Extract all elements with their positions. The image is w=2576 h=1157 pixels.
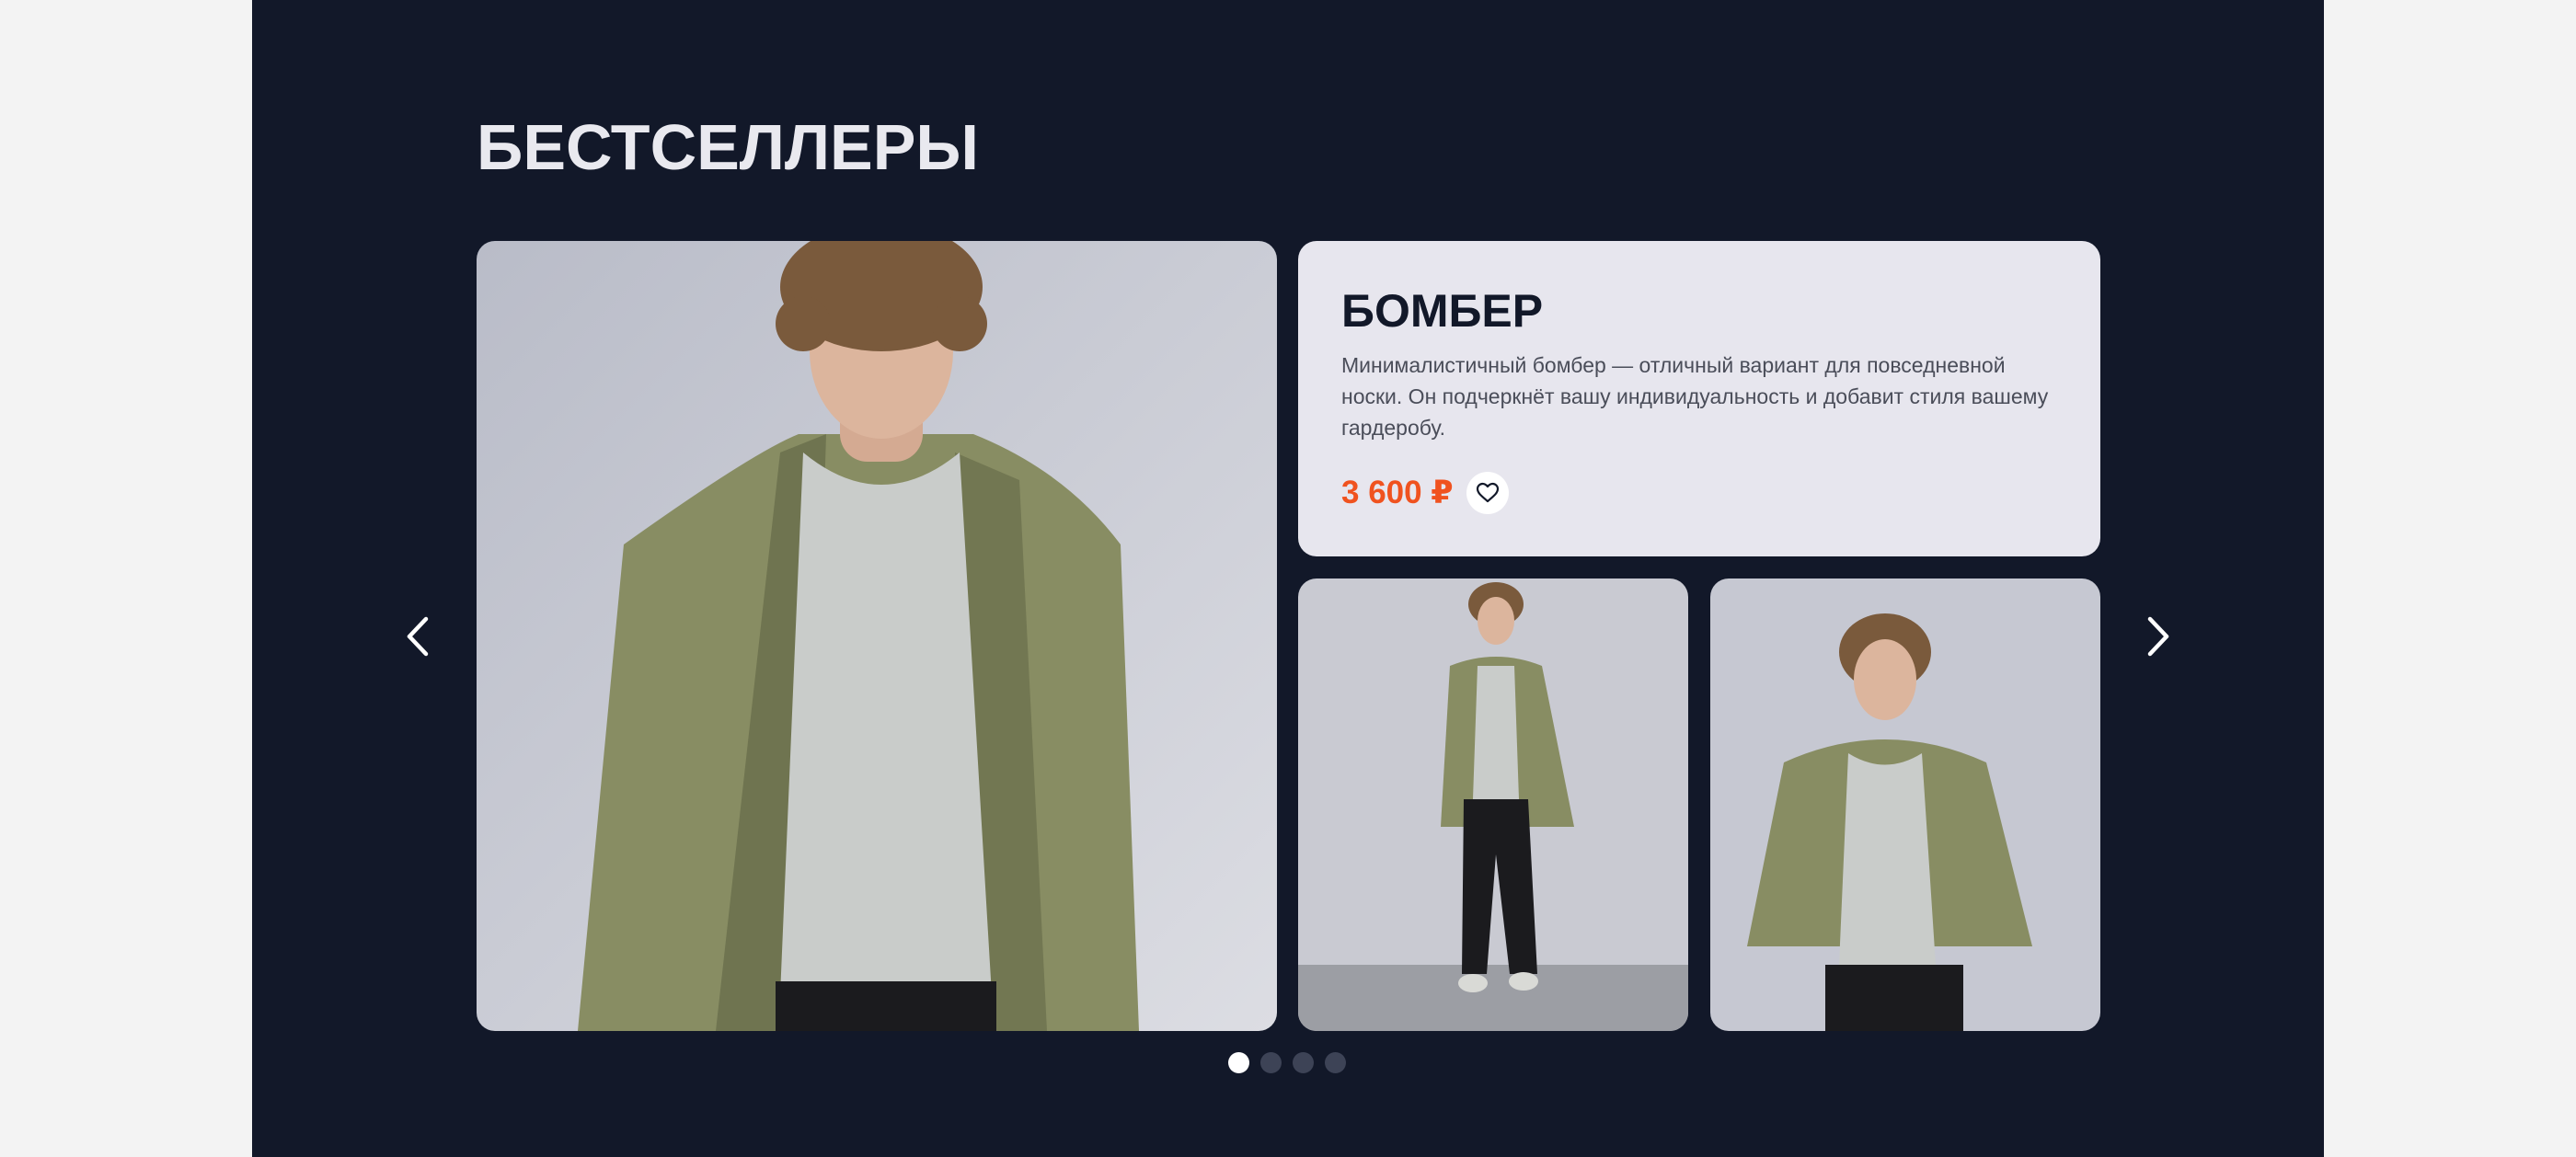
product-info-card: БОМБЕР Минималистичный бомбер — отличный…: [1298, 241, 2100, 556]
carousel-prev-button[interactable]: [397, 609, 438, 664]
chevron-right-icon: [2147, 616, 2169, 657]
chevron-left-icon: [407, 616, 429, 657]
heart-icon: [1476, 482, 1499, 503]
model-full-length-image: [1298, 578, 1688, 1031]
product-photo-full-length[interactable]: [1298, 578, 1688, 1031]
carousel-dot-2[interactable]: [1260, 1052, 1282, 1073]
model-half-length-image: [1710, 578, 2100, 1031]
carousel-pagination: [1228, 1052, 1346, 1074]
product-photo-half-length[interactable]: [1710, 578, 2100, 1031]
product-photo-main[interactable]: [477, 241, 1277, 1031]
product-description: Минималистичный бомбер — отличный вариан…: [1341, 353, 2049, 440]
carousel-next-button[interactable]: [2138, 609, 2179, 664]
model-closeup-image: [477, 241, 1277, 1031]
carousel-dot-1[interactable]: [1228, 1052, 1249, 1073]
carousel-dot-4[interactable]: [1325, 1052, 1346, 1073]
product-price: 3 600 ₽: [1341, 475, 1454, 510]
carousel-dot-3[interactable]: [1293, 1052, 1314, 1073]
product-name[interactable]: БОМБЕР: [1341, 283, 1543, 338]
section-title: БЕСТСЕЛЛЕРЫ: [477, 111, 979, 183]
favorite-button[interactable]: [1466, 472, 1509, 514]
price-row: 3 600 ₽: [1341, 470, 1509, 516]
